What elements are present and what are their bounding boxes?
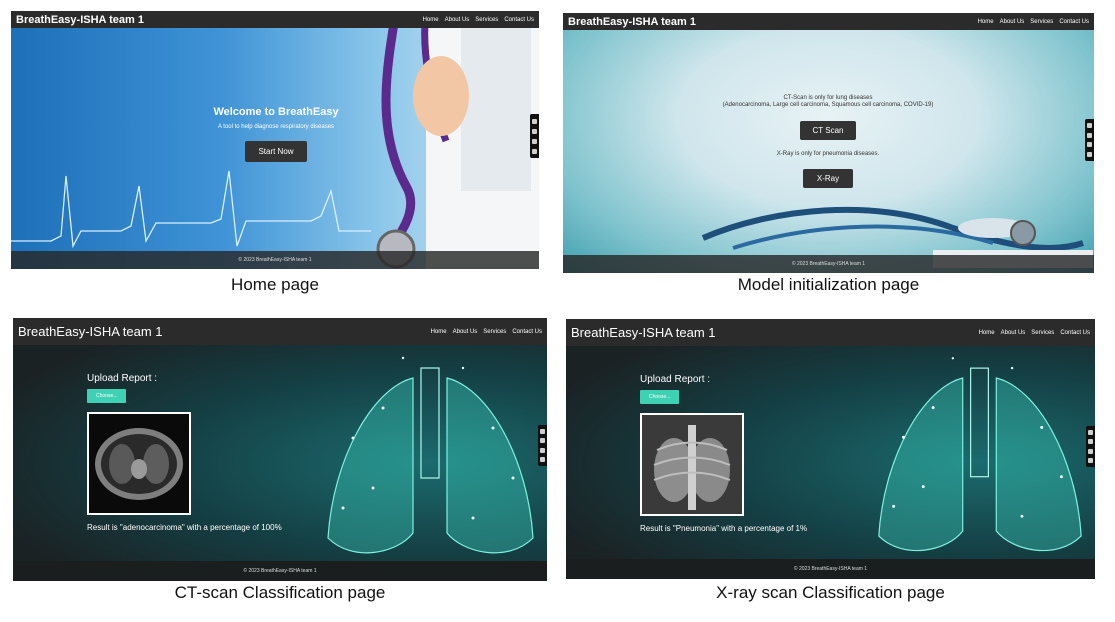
footer: © 2023 BreathEasy-ISHA team 1 [566,559,1095,579]
screenshot-icon[interactable] [1087,142,1092,148]
brand-logo[interactable]: BreathEasy-ISHA team 1 [18,324,163,339]
gear-icon[interactable] [1087,151,1092,157]
screenshot-icon[interactable] [532,138,537,144]
classification-result: Result is "adenocarcinoma" with a percen… [87,523,282,532]
caption-xray: X-ray scan Classification page [716,583,945,602]
video-icon[interactable] [540,438,545,444]
navbar: BreathEasy-ISHA team 1 Home About Us Ser… [566,319,1095,346]
upload-section: Upload Report : Choose... [87,373,191,515]
model-page-screenshot: BreathEasy-ISHA team 1 Home About Us Ser… [563,13,1094,273]
start-now-button[interactable]: Start Now [245,141,307,162]
screenshot-icon[interactable] [540,447,545,453]
nav-about[interactable]: About Us [1000,19,1025,25]
welcome-title: Welcome to BreathEasy [213,106,339,118]
nav-about[interactable]: About Us [445,17,470,23]
nav-home[interactable]: Home [979,330,995,336]
ct-classification-screenshot: BreathEasy-ISHA team 1 Home About Us Ser… [13,318,547,581]
ct-scan-button[interactable]: CT Scan [799,121,857,140]
nav-services[interactable]: Services [483,329,506,335]
upload-label: Upload Report : [640,374,711,385]
upload-section: Upload Report : Choose... [640,374,744,516]
side-toolbar [1085,119,1094,161]
side-toolbar [538,425,547,466]
xray-button[interactable]: X-Ray [802,169,854,188]
xray-note: X-Ray is only for pneumonia diseases. [776,151,880,157]
nav-services[interactable]: Services [1031,330,1054,336]
brand-logo[interactable]: BreathEasy-ISHA team 1 [568,16,696,28]
welcome-section: Welcome to BreathEasy A tool to help dia… [181,106,371,162]
nav-about[interactable]: About Us [1001,330,1026,336]
nav-links: Home About Us Services Contact Us [978,19,1089,25]
nav-contact[interactable]: Contact Us [1059,19,1089,25]
heartbeat-line [11,170,371,249]
welcome-subtitle: A tool to help diagnose respiratory dise… [217,124,335,130]
nav-links: Home About Us Services Contact Us [423,17,534,23]
video-icon[interactable] [1088,439,1093,445]
classification-result: Result is "Pneumonia" with a percentage … [640,524,808,533]
footer: © 2023 BreathEasy-ISHA team 1 [13,561,547,581]
doctor-image [376,11,539,269]
navbar: BreathEasy-ISHA team 1 Home About Us Ser… [11,11,539,28]
home-page-screenshot: BreathEasy-ISHA team 1 Home About Us Ser… [11,11,539,269]
upload-label: Upload Report : [87,373,158,384]
ct-scan-preview [87,412,191,515]
choose-file-button[interactable]: Choose... [87,389,127,403]
gear-icon[interactable] [1088,457,1093,463]
gear-icon[interactable] [540,456,545,462]
ct-diseases-note: (Adenocarcinoma, Large cell carcinoma, S… [722,102,934,108]
navbar: BreathEasy-ISHA team 1 Home About Us Ser… [563,13,1094,30]
nav-links: Home About Us Services Contact Us [979,330,1090,336]
nav-home[interactable]: Home [423,17,439,23]
nav-contact[interactable]: Contact Us [504,17,534,23]
lungs-illustration [878,357,1082,552]
brand-logo[interactable]: BreathEasy-ISHA team 1 [571,325,716,340]
xray-image [642,415,742,514]
brand-logo[interactable]: BreathEasy-ISHA team 1 [16,14,144,26]
camera-icon[interactable] [1087,123,1092,129]
navbar: BreathEasy-ISHA team 1 Home About Us Ser… [13,318,547,345]
choose-file-button[interactable]: Choose... [640,390,680,404]
video-icon[interactable] [1087,132,1092,138]
caption-ct: CT-scan Classification page [174,583,386,602]
screenshot-icon[interactable] [1088,448,1093,454]
xray-preview [640,413,744,516]
xray-classification-screenshot: BreathEasy-ISHA team 1 Home About Us Ser… [566,319,1095,579]
video-icon[interactable] [532,128,537,134]
nav-links: Home About Us Services Contact Us [431,329,542,335]
nav-services[interactable]: Services [475,17,498,23]
caption-home: Home page [231,275,319,294]
footer: © 2023 BreathEasy-ISHA team 1 [11,251,539,269]
nav-about[interactable]: About Us [453,329,478,335]
camera-icon[interactable] [540,429,545,435]
caption-model: Model initialization page [737,275,920,294]
nav-home[interactable]: Home [431,329,447,335]
footer: © 2023 BreathEasy-ISHA team 1 [563,255,1094,273]
model-selection: CT-Scan is only for lung diseases (Adeno… [673,95,983,188]
side-toolbar [530,114,539,158]
nav-contact[interactable]: Contact Us [1060,330,1090,336]
lungs-illustration [327,356,534,554]
ct-scan-image [95,428,183,500]
nav-home[interactable]: Home [978,19,994,25]
ct-note: CT-Scan is only for lung diseases [783,95,873,101]
camera-icon[interactable] [532,118,537,124]
side-toolbar [1086,426,1095,467]
camera-icon[interactable] [1088,430,1093,436]
gear-icon[interactable] [532,148,537,154]
nav-services[interactable]: Services [1030,19,1053,25]
nav-contact[interactable]: Contact Us [512,329,542,335]
